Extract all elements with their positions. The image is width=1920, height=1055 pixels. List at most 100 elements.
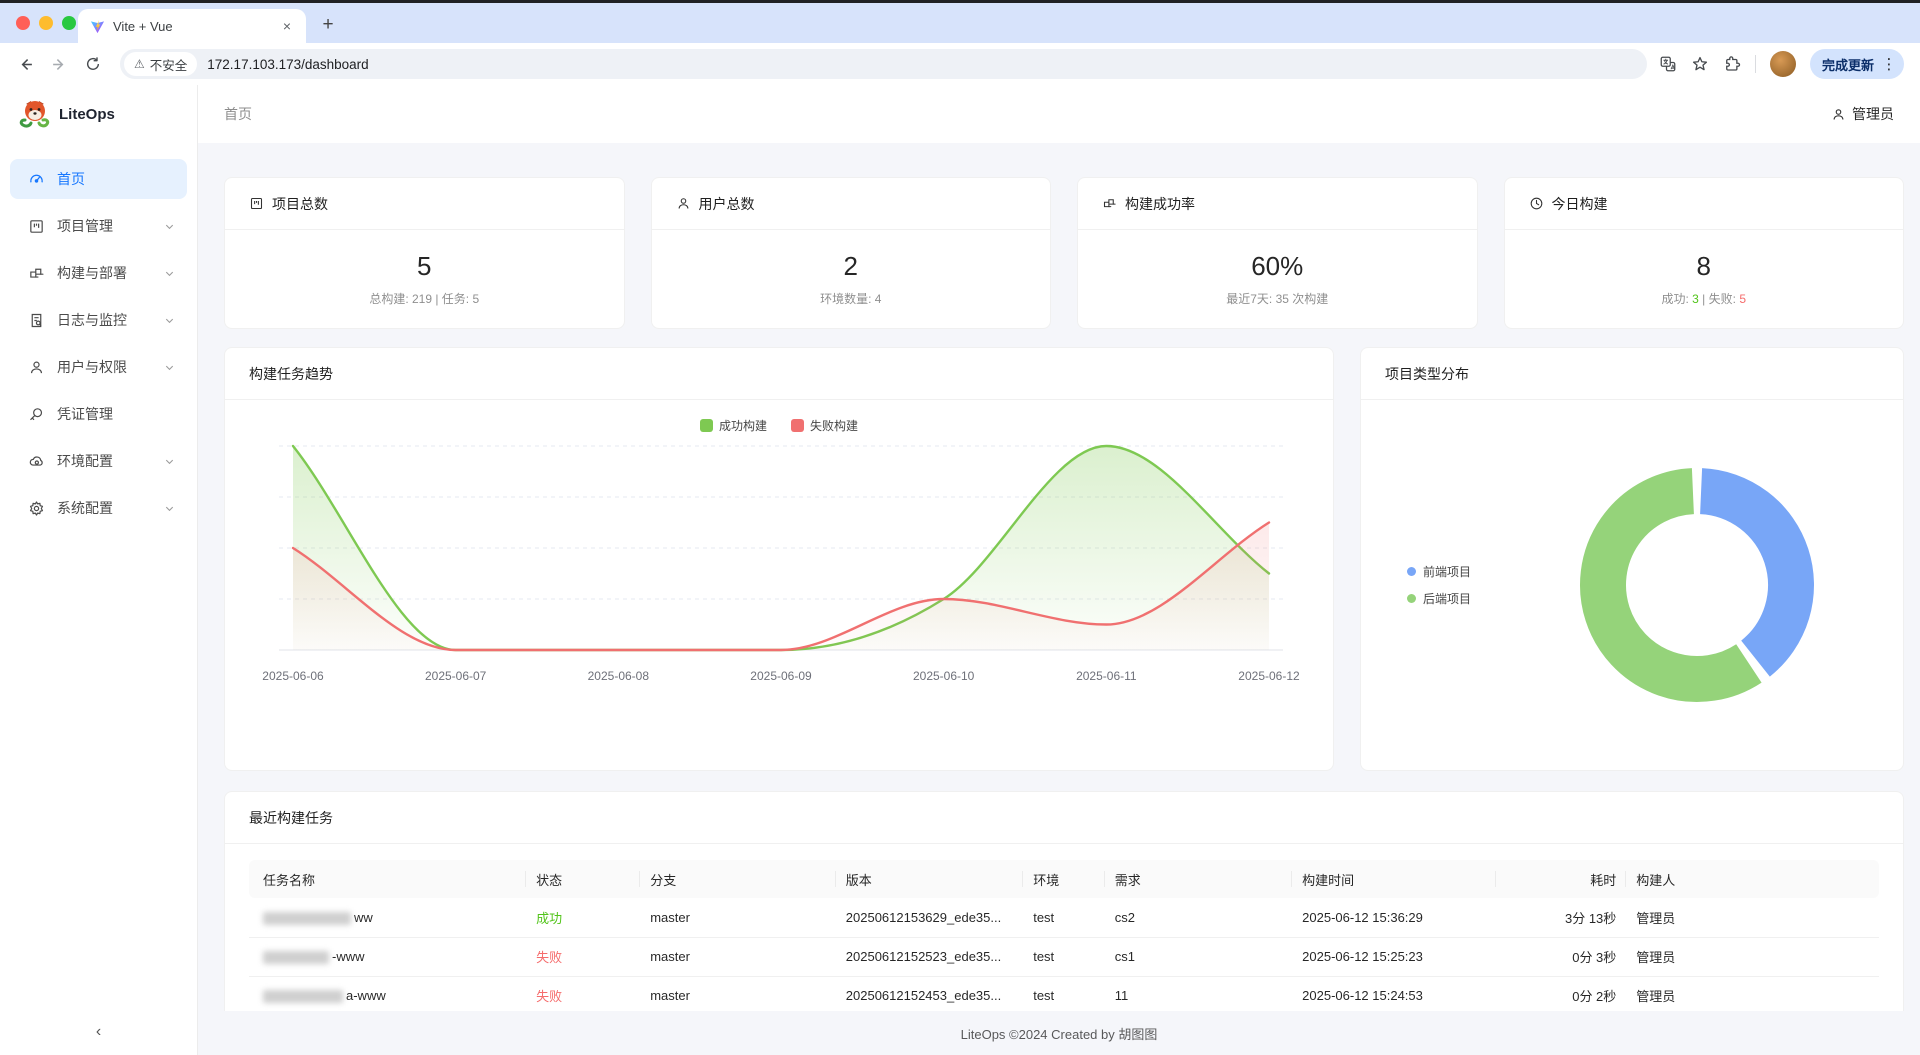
chart-title: 项目类型分布 (1385, 364, 1469, 384)
sidebar-item-label: 构建与部署 (57, 263, 152, 283)
browser-tab[interactable]: Vite + Vue × (78, 9, 306, 43)
sidebar-item-users-permissions[interactable]: 用户与权限 (10, 347, 187, 387)
settings-gear-icon (28, 500, 45, 517)
stat-value: 8 (1697, 251, 1711, 282)
dashboard-icon (28, 171, 45, 188)
task-name-cell: -www (249, 937, 526, 976)
version-cell: 20250612152453_ede35... (836, 976, 1023, 1011)
col-builder: 构建人 (1626, 860, 1879, 898)
sidebar-item-projects[interactable]: 项目管理 (10, 206, 187, 246)
build-time-cell: 2025-06-12 15:36:29 (1292, 898, 1496, 937)
vite-favicon (90, 19, 105, 34)
legend-item-success[interactable]: 成功构建 (700, 417, 767, 434)
svg-text:2025-06-11: 2025-06-11 (1076, 669, 1137, 683)
task-name-cell: ww (249, 898, 526, 937)
url-text: 172.17.103.173/dashboard (207, 57, 368, 72)
status-cell: 失败 (526, 976, 640, 1011)
window-controls[interactable] (16, 16, 76, 30)
reload-button[interactable] (78, 49, 108, 79)
new-tab-button[interactable]: + (314, 11, 342, 39)
sidebar-item-credentials[interactable]: 凭证管理 (10, 394, 187, 434)
toolbar-icons: 完成更新 ⋮ (1659, 49, 1904, 79)
legend-item-fail[interactable]: 失败构建 (791, 417, 858, 434)
table-row: -www 失败 master 20250612152523_ede35... t… (249, 937, 1879, 976)
charts-row: 构建任务趋势 成功构建 失败构建 2025-06-062025-06-07202… (224, 347, 1904, 771)
minimize-window-button[interactable] (39, 16, 53, 30)
stat-cards: 项目总数 5 总构建: 219 | 任务: 5 用户总数 (224, 177, 1904, 329)
sidebar-item-system[interactable]: 系统配置 (10, 488, 187, 528)
version-cell: 20250612153629_ede35... (836, 898, 1023, 937)
sidebar-item-environment[interactable]: 环境配置 (10, 441, 187, 481)
profile-avatar[interactable] (1770, 51, 1796, 77)
col-requirement: 需求 (1105, 860, 1292, 898)
users-icon (28, 359, 45, 376)
extensions-icon[interactable] (1723, 55, 1741, 73)
back-arrow-icon (17, 56, 34, 73)
requirement-cell: cs1 (1105, 937, 1292, 976)
stat-title: 构建成功率 (1125, 194, 1195, 214)
legend-item-backend[interactable]: 后端项目 (1407, 590, 1527, 607)
sidebar-item-home[interactable]: 首页 (10, 159, 187, 199)
bookmark-star-icon[interactable] (1691, 55, 1709, 73)
build-icon (1102, 196, 1117, 211)
sidebar-item-build-deploy[interactable]: 构建与部署 (10, 253, 187, 293)
sidebar-item-label: 用户与权限 (57, 357, 152, 377)
close-window-button[interactable] (16, 16, 30, 30)
donut-legend: 前端项目 后端项目 (1407, 563, 1527, 607)
version-cell: 20250612152523_ede35... (836, 937, 1023, 976)
stat-subtext: 总构建: 219 | 任务: 5 (369, 290, 479, 307)
fail-count: 5 (1739, 292, 1746, 306)
update-chrome-button[interactable]: 完成更新 ⋮ (1810, 49, 1904, 79)
redacted-task-name (263, 951, 329, 964)
build-icon (28, 265, 45, 282)
main: 首页 管理员 项目总数 5 总构建: 21 (198, 85, 1920, 1055)
line-chart-legend: 成功构建 失败构建 (249, 414, 1309, 436)
chevron-down-icon (164, 268, 175, 279)
task-name-cell: a-www (249, 976, 526, 1011)
duration-cell: 0分 2秒 (1496, 976, 1626, 1011)
user-menu[interactable]: 管理员 (1831, 104, 1894, 124)
footer-text: LiteOps ©2024 Created by 胡图图 (961, 1024, 1158, 1043)
requirement-cell: cs2 (1105, 898, 1292, 937)
tab-title: Vite + Vue (113, 19, 270, 34)
stat-value: 60% (1251, 251, 1303, 282)
sidebar-item-logs-monitoring[interactable]: 日志与监控 (10, 300, 187, 340)
svg-text:2025-06-10: 2025-06-10 (913, 669, 975, 683)
table-title: 最近构建任务 (249, 808, 333, 828)
duration-cell: 0分 3秒 (1496, 937, 1626, 976)
tab-strip: Vite + Vue × + (0, 3, 1920, 43)
tab-close-icon[interactable]: × (278, 17, 296, 35)
success-count: 3 (1692, 292, 1699, 306)
requirement-cell: 11 (1105, 976, 1292, 1011)
fullscreen-window-button[interactable] (62, 16, 76, 30)
address-bar[interactable]: ⚠ 不安全 172.17.103.173/dashboard (120, 49, 1647, 79)
project-type-card: 项目类型分布 前端项目 后端项目 (1360, 347, 1904, 771)
col-task-name: 任务名称 (249, 860, 526, 898)
builder-cell: 管理员 (1626, 937, 1879, 976)
security-chip[interactable]: ⚠ 不安全 (124, 52, 197, 76)
red-panda-logo-icon (18, 98, 52, 130)
svg-text:2025-06-06: 2025-06-06 (262, 669, 324, 683)
sidebar-collapse-button[interactable]: ‹ (0, 1009, 197, 1055)
col-env: 环境 (1023, 860, 1105, 898)
environment-icon (28, 453, 45, 470)
table-header-row: 任务名称 状态 分支 版本 环境 需求 构建时间 耗时 构建人 (249, 860, 1879, 898)
branch-cell: master (640, 937, 836, 976)
legend-item-frontend[interactable]: 前端项目 (1407, 563, 1527, 580)
forward-button[interactable] (44, 49, 74, 79)
menu-kebab-icon[interactable]: ⋮ (1878, 55, 1900, 73)
recent-builds-card: 最近构建任务 任务名称 状态 分支 版本 (224, 791, 1904, 1011)
status-cell: 成功 (526, 898, 640, 937)
update-label: 完成更新 (1822, 55, 1874, 74)
back-button[interactable] (10, 49, 40, 79)
table-wrap: 任务名称 状态 分支 版本 环境 需求 构建时间 耗时 构建人 (225, 844, 1903, 1011)
sidebar-item-label: 首页 (57, 169, 175, 189)
env-cell: test (1023, 937, 1105, 976)
stat-subtext: 最近7天: 35 次构建 (1226, 290, 1328, 307)
translate-icon[interactable] (1659, 55, 1677, 73)
svg-text:2025-06-07: 2025-06-07 (425, 669, 487, 683)
toolbar-divider (1755, 55, 1756, 73)
chevron-down-icon (164, 315, 175, 326)
svg-text:2025-06-09: 2025-06-09 (750, 669, 812, 683)
builder-cell: 管理员 (1626, 898, 1879, 937)
